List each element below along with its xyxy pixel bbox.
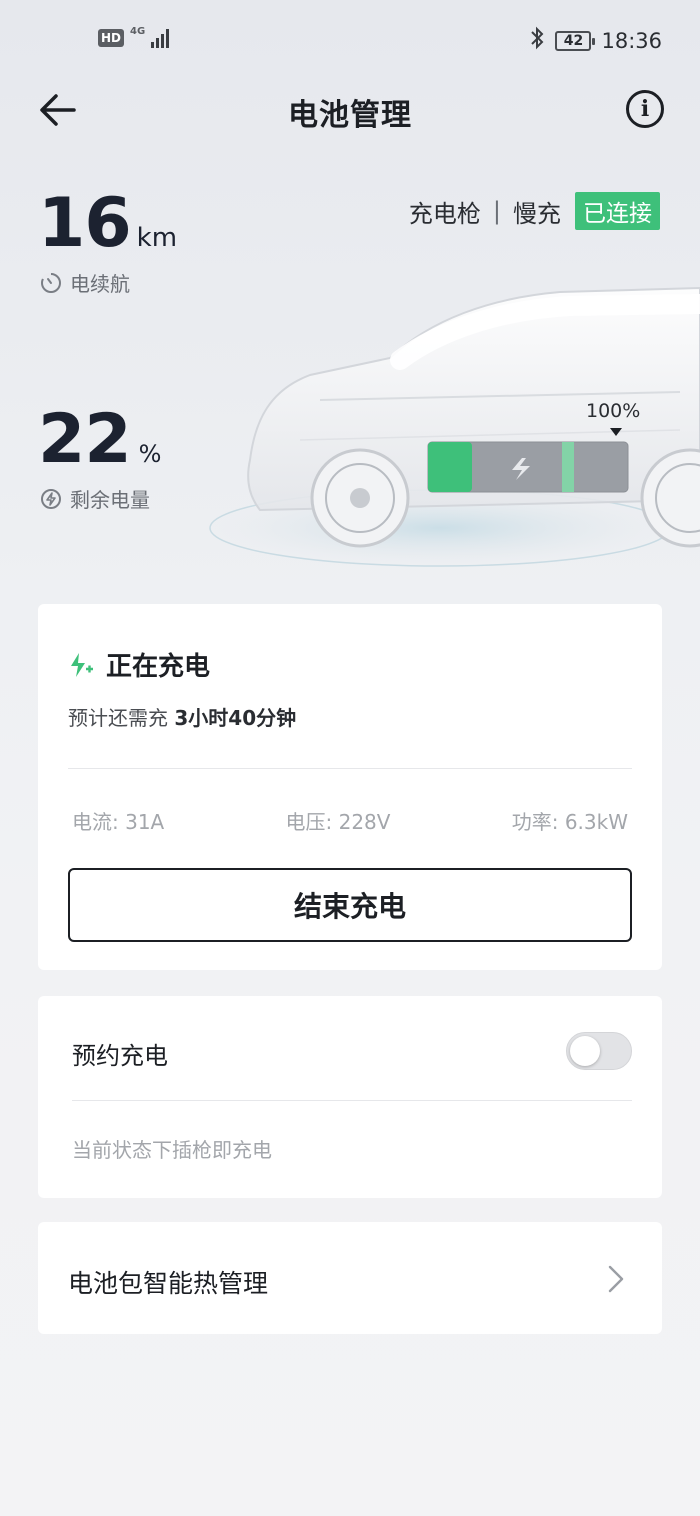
timer-icon xyxy=(41,272,61,293)
chevron-right-icon xyxy=(608,1265,624,1293)
soc-label-row: 剩余电量 xyxy=(40,484,150,513)
separator: | xyxy=(492,197,501,225)
battery-pack xyxy=(427,441,629,493)
lightning-circle-icon xyxy=(41,488,61,509)
status-right: 42 18:36 xyxy=(529,26,662,55)
soc-label: 剩余电量 xyxy=(70,488,150,512)
status-left: HD 4G xyxy=(98,26,170,48)
schedule-card: 预约充电 当前状态下插枪即充电 xyxy=(38,996,662,1198)
soc-display: 22 % xyxy=(38,402,161,478)
bluetooth-icon xyxy=(529,26,545,55)
signal-icon xyxy=(151,28,170,48)
connector-status: 充电枪 | 慢充 已连接 xyxy=(409,192,660,230)
thermal-management-item[interactable]: 电池包智能热管理 xyxy=(38,1222,662,1334)
charging-title-row: 正在充电 xyxy=(68,646,210,683)
status-bar: HD 4G 42 18:36 xyxy=(0,0,700,80)
thermal-label: 电池包智能热管理 xyxy=(68,1269,269,1298)
divider xyxy=(68,768,632,769)
connected-badge: 已连接 xyxy=(575,192,660,230)
toggle-knob xyxy=(570,1036,600,1066)
front-wheel xyxy=(310,448,410,548)
range-label: 电续航 xyxy=(70,272,130,296)
range-unit: km xyxy=(136,223,178,253)
soc-value: 22 xyxy=(38,400,132,479)
eta-value: 3小时40分钟 xyxy=(174,706,297,730)
battery-icon: 42 xyxy=(555,30,596,51)
charging-title: 正在充电 xyxy=(106,652,211,682)
soc-unit: % xyxy=(138,440,162,468)
info-button[interactable]: i xyxy=(626,90,664,128)
divider xyxy=(72,1100,632,1101)
schedule-note: 当前状态下插枪即充电 xyxy=(72,1138,272,1162)
end-charging-button[interactable]: 结束充电 xyxy=(68,868,632,942)
clock: 18:36 xyxy=(601,28,662,53)
range-value: 16 xyxy=(38,184,132,263)
eta-prefix: 预计还需充 xyxy=(68,706,175,730)
app-header: 电池管理 i xyxy=(0,80,700,140)
range-display: 16 km xyxy=(38,186,177,262)
charging-bolt-icon xyxy=(71,652,93,677)
power-metric: 功率: 6.3kW xyxy=(511,810,628,834)
car-illustration xyxy=(209,286,700,567)
schedule-toggle[interactable] xyxy=(566,1032,632,1070)
voltage-metric: 电压: 228V xyxy=(285,810,391,834)
hd-indicator: HD xyxy=(98,29,125,47)
eta-row: 预计还需充 3小时40分钟 xyxy=(68,702,296,731)
charging-card: 正在充电 预计还需充 3小时40分钟 电流: 31A 电压: 228V 功率: … xyxy=(38,604,662,970)
battery-level: 42 xyxy=(563,32,584,49)
page-title: 电池管理 xyxy=(288,98,412,133)
charging-metrics: 电流: 31A 电压: 228V 功率: 6.3kW xyxy=(72,806,628,835)
network-type: 4G xyxy=(130,26,146,37)
schedule-label: 预约充电 xyxy=(72,1042,168,1070)
connector-type: 充电枪 xyxy=(408,199,481,228)
charge-mode: 慢充 xyxy=(513,199,561,228)
info-icon: i xyxy=(640,96,650,122)
range-label-row: 电续航 xyxy=(40,268,130,297)
current-metric: 电流: 31A xyxy=(72,810,165,834)
charge-target-label: 100% xyxy=(586,400,641,422)
